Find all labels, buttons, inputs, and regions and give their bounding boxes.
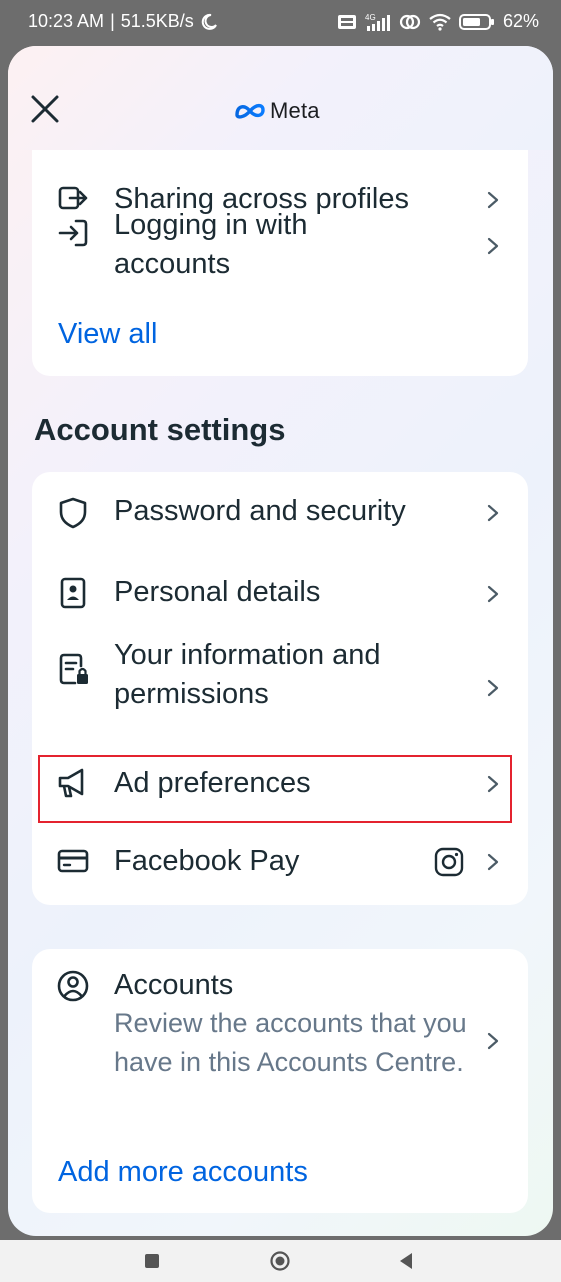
battery-percent: 62%: [502, 11, 539, 31]
account-settings-title: Account settings: [34, 412, 286, 447]
personal-details-row[interactable]: Personal details: [32, 554, 528, 634]
row-label: Logging in with accounts: [114, 209, 308, 280]
accounts-centre-sheet: Meta Sharing across profiles Logging in …: [8, 46, 553, 1236]
megaphone-icon: [58, 768, 84, 798]
chevron-right-icon: [487, 679, 499, 697]
battery-icon: [458, 13, 494, 30]
instagram-icon: [434, 847, 464, 877]
sheet-header: Meta: [8, 46, 553, 150]
chevron-right-icon: [487, 237, 499, 255]
accounts-card: Accounts Review the accounts that you ha…: [32, 949, 528, 1213]
moon-icon: [201, 13, 217, 30]
logging-in-with-accounts-row[interactable]: Logging in with accounts: [32, 206, 528, 296]
add-more-accounts-link[interactable]: Add more accounts: [58, 1156, 308, 1189]
person-circle-icon: [57, 970, 89, 1002]
id-card-icon: [60, 577, 86, 609]
credit-card-icon: [57, 849, 89, 873]
accounts-title: Accounts: [114, 969, 234, 1001]
hotspot-icon: [399, 14, 421, 29]
row-label: Password and security: [114, 495, 406, 527]
login-arrow-icon: [58, 219, 88, 247]
document-lock-icon: [59, 653, 88, 685]
status-left: 10:23 AM | 51.5KB/s: [28, 11, 218, 32]
back-button[interactable]: [394, 1249, 418, 1273]
status-time: 10:23 AM: [28, 11, 105, 31]
account-settings-card: Password and security Personal details Y…: [32, 472, 528, 905]
4g-signal-icon: 4G: [365, 13, 390, 31]
svg-text:4G: 4G: [365, 13, 376, 22]
chevron-right-icon: [487, 585, 499, 603]
meta-infinity-icon: [235, 103, 265, 119]
password-and-security-row[interactable]: Password and security: [32, 472, 528, 554]
chevron-right-icon: [487, 775, 499, 793]
home-button[interactable]: [268, 1249, 292, 1273]
recents-button[interactable]: [140, 1249, 164, 1273]
screen: 10:23 AM | 51.5KB/s 4G 62% Meta Sharing …: [0, 0, 561, 1282]
row-label: Personal details: [114, 576, 321, 608]
status-speed: 51.5KB/s: [120, 11, 194, 31]
status-bar: 10:23 AM | 51.5KB/s 4G 62%: [0, 0, 561, 44]
meta-logo: Meta: [234, 98, 320, 124]
volte-icon: [337, 14, 356, 29]
wifi-icon: [429, 13, 451, 31]
chevron-right-icon: [487, 504, 499, 522]
row-label: Your information and permissions: [114, 639, 381, 710]
row-label: Facebook Pay: [114, 845, 300, 877]
accounts-row[interactable]: Accounts Review the accounts that you ha…: [32, 949, 528, 1129]
accounts-description: Review the accounts that you have in thi…: [114, 1008, 467, 1077]
your-information-and-permissions-row[interactable]: Your information and permissions: [32, 634, 528, 746]
view-all-link[interactable]: View all: [58, 318, 157, 351]
status-right: 4G 62%: [337, 11, 539, 32]
chevron-right-icon: [487, 1032, 499, 1050]
close-icon[interactable]: [28, 92, 62, 126]
ad-preferences-row[interactable]: Ad preferences: [32, 746, 528, 822]
meta-brand-text: Meta: [270, 98, 320, 123]
shield-icon: [59, 497, 87, 529]
navigation-bar: [0, 1240, 561, 1282]
facebook-pay-row[interactable]: Facebook Pay: [32, 822, 528, 904]
status-separator: |: [110, 11, 115, 31]
chevron-right-icon: [487, 853, 499, 871]
row-label: Ad preferences: [114, 767, 311, 799]
